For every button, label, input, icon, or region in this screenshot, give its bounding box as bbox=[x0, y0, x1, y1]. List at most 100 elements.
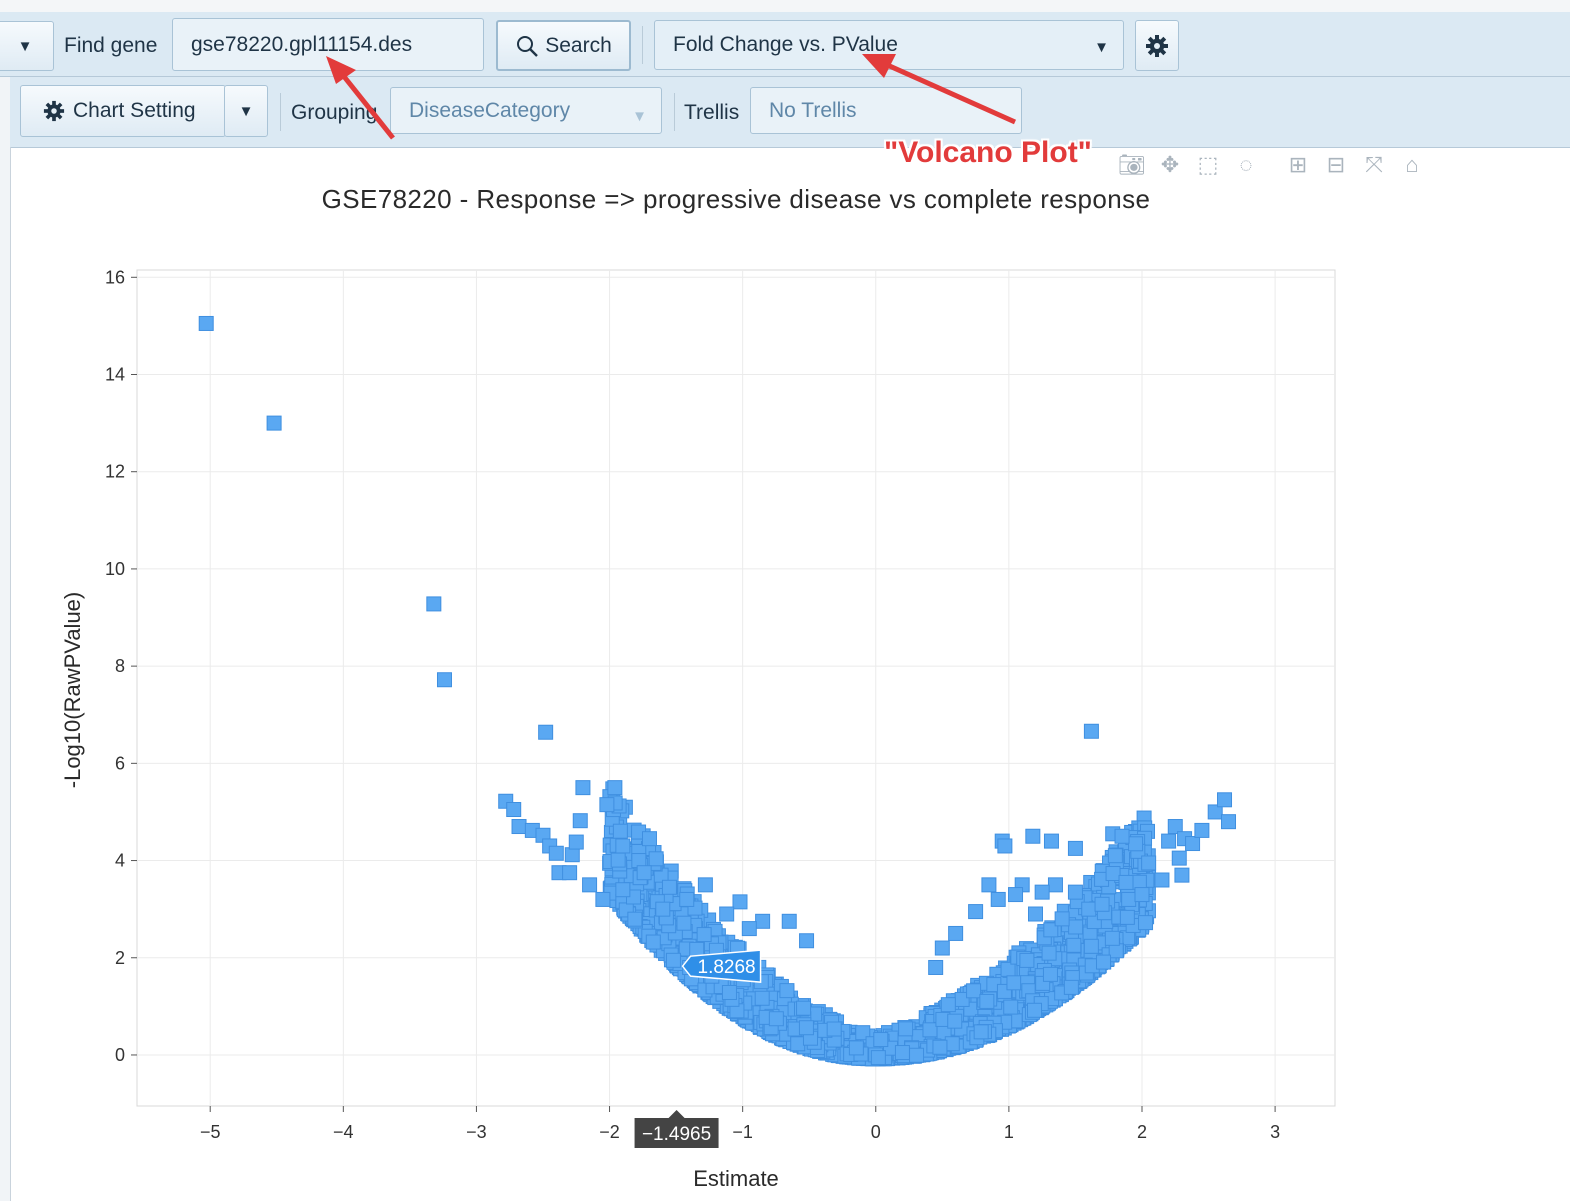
data-point bbox=[1090, 959, 1106, 975]
data-point bbox=[1053, 921, 1069, 937]
data-point bbox=[636, 921, 652, 937]
data-point bbox=[724, 970, 740, 986]
chart-setting-button[interactable]: Chart Setting bbox=[20, 85, 226, 137]
autoscale-icon[interactable]: ⤧ bbox=[1360, 152, 1388, 178]
camera-icon[interactable]: 📷︎ bbox=[1118, 152, 1146, 178]
data-point bbox=[954, 1036, 970, 1052]
chevron-down-icon: ▼ bbox=[1094, 39, 1109, 56]
data-point bbox=[1123, 929, 1139, 945]
data-point bbox=[915, 1047, 931, 1063]
data-point bbox=[1045, 941, 1061, 957]
data-point bbox=[931, 1041, 947, 1057]
data-point bbox=[1136, 840, 1152, 856]
data-point bbox=[748, 1014, 764, 1030]
data-point bbox=[785, 1005, 801, 1021]
trellis-select[interactable]: No Trellis bbox=[750, 87, 1022, 134]
data-point bbox=[1108, 860, 1124, 876]
data-point bbox=[1044, 920, 1060, 936]
data-point bbox=[1070, 973, 1086, 989]
data-point bbox=[1007, 978, 1023, 994]
data-point bbox=[965, 1012, 981, 1028]
data-point bbox=[827, 1047, 843, 1063]
data-point bbox=[987, 980, 1003, 996]
gene-search-input[interactable]: gse78220.gpl11154.des bbox=[172, 18, 484, 71]
data-point bbox=[1047, 947, 1063, 963]
data-point bbox=[826, 1047, 842, 1063]
data-point bbox=[814, 1038, 830, 1054]
data-point bbox=[923, 1045, 939, 1061]
zoom-out-icon[interactable]: ⊟ bbox=[1322, 152, 1350, 178]
data-point bbox=[620, 872, 636, 888]
data-point bbox=[939, 1028, 955, 1044]
data-point bbox=[1097, 938, 1113, 954]
data-point bbox=[672, 917, 688, 933]
data-point bbox=[748, 976, 764, 992]
data-point bbox=[812, 1012, 828, 1028]
data-point bbox=[633, 858, 649, 874]
data-point bbox=[986, 1008, 1002, 1024]
data-point bbox=[944, 1036, 960, 1052]
data-point bbox=[1132, 822, 1148, 838]
pan-icon[interactable]: ✥ bbox=[1156, 152, 1184, 178]
chevron-down-icon: ▼ bbox=[238, 102, 254, 120]
data-point bbox=[664, 896, 680, 912]
data-point bbox=[994, 998, 1010, 1014]
data-point bbox=[932, 1008, 948, 1024]
data-point bbox=[1037, 959, 1053, 975]
data-point bbox=[649, 918, 665, 934]
data-point bbox=[647, 856, 663, 872]
home-icon[interactable]: ⌂ bbox=[1398, 152, 1426, 178]
search-button[interactable]: Search bbox=[496, 20, 631, 71]
search-button-label: Search bbox=[545, 33, 612, 57]
data-point bbox=[990, 1010, 1006, 1026]
data-point bbox=[956, 1034, 972, 1050]
data-point bbox=[1053, 959, 1069, 975]
data-point bbox=[628, 876, 644, 892]
data-point bbox=[1010, 964, 1026, 980]
data-point bbox=[721, 1000, 737, 1016]
gear-icon bbox=[1146, 34, 1168, 57]
data-point bbox=[895, 1044, 911, 1060]
data-point bbox=[1078, 965, 1094, 981]
zoom-in-icon[interactable]: ⊞ bbox=[1284, 152, 1312, 178]
data-point bbox=[1072, 944, 1088, 960]
data-point bbox=[878, 1048, 894, 1064]
data-point bbox=[935, 1035, 951, 1051]
data-point bbox=[946, 1020, 962, 1036]
data-point bbox=[779, 1028, 795, 1044]
data-point bbox=[1119, 909, 1135, 925]
data-point bbox=[747, 1011, 763, 1027]
data-point bbox=[880, 1037, 896, 1053]
data-point bbox=[1030, 947, 1046, 963]
data-point bbox=[748, 980, 764, 996]
data-point bbox=[1015, 1009, 1031, 1025]
data-point bbox=[716, 979, 732, 995]
data-point bbox=[1120, 887, 1136, 903]
data-point bbox=[1104, 853, 1120, 869]
data-point bbox=[1015, 1010, 1031, 1026]
data-point bbox=[751, 959, 767, 975]
data-point bbox=[614, 881, 630, 897]
grouping-select[interactable]: DiseaseCategory ▼ bbox=[390, 87, 662, 134]
data-point bbox=[1134, 919, 1150, 935]
data-point bbox=[929, 1044, 945, 1060]
data-point bbox=[687, 974, 703, 990]
lasso-icon[interactable]: ◌ bbox=[1232, 152, 1260, 178]
data-point bbox=[1068, 928, 1084, 944]
chart-setting-dropdown-button[interactable]: ▼ bbox=[224, 85, 268, 137]
box-select-icon[interactable]: ⬚ bbox=[1194, 152, 1222, 178]
data-point bbox=[1108, 934, 1124, 950]
data-point bbox=[973, 980, 989, 996]
data-point bbox=[1065, 941, 1081, 957]
data-point bbox=[1132, 854, 1148, 870]
data-point bbox=[617, 799, 633, 815]
data-point bbox=[825, 1042, 841, 1058]
data-point bbox=[855, 1042, 871, 1058]
data-point bbox=[722, 997, 738, 1013]
settings-button[interactable] bbox=[1135, 20, 1179, 71]
plot-type-select[interactable]: Fold Change vs. PValue ▼ bbox=[654, 20, 1124, 70]
data-point bbox=[1069, 973, 1085, 989]
data-point bbox=[1072, 968, 1088, 984]
data-point bbox=[658, 916, 674, 932]
menu-dropdown-button[interactable]: ▼ bbox=[0, 21, 54, 71]
